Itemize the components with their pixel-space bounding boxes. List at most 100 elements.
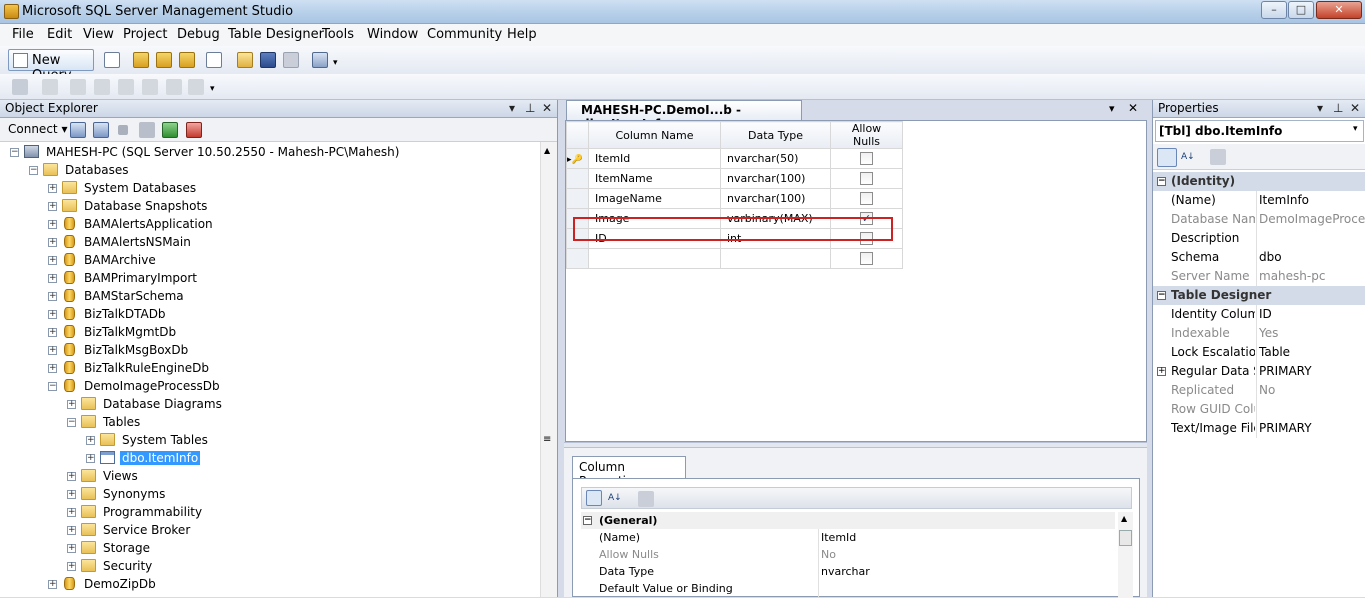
fulltext-index-icon[interactable] [118,79,134,95]
dmx-query-icon[interactable] [179,52,195,68]
menu-edit[interactable]: Edit [47,27,72,42]
connect-explorer-icon[interactable] [70,122,86,138]
allow-nulls-checkbox[interactable] [860,152,873,166]
cp-scroll-up-icon[interactable]: ▲ [1121,514,1127,523]
table-row[interactable] [566,248,903,269]
expand-icon[interactable]: + [48,580,57,589]
collapse-icon[interactable]: − [67,418,76,427]
properties-close-icon[interactable]: ✕ [1350,101,1360,115]
check-constraints-icon[interactable] [166,79,182,95]
collapse-icon[interactable]: − [48,382,57,391]
expand-icon[interactable]: + [48,202,57,211]
minimize-button[interactable]: – [1261,1,1287,19]
save-icon[interactable] [260,52,276,68]
expand-icon[interactable]: + [48,328,57,337]
property-row[interactable]: Identity Column ID [1153,305,1365,324]
allow-nulls-checkbox[interactable] [860,172,873,186]
expand-icon[interactable]: + [48,310,57,319]
expand-icon[interactable]: + [48,292,57,301]
expand-icon[interactable]: + [67,544,76,553]
connect-button[interactable]: Connect ▾ [8,122,67,136]
column-properties-scrollbar[interactable]: ▲ [1118,512,1133,598]
relationships-icon[interactable] [70,79,86,95]
close-window-button[interactable]: ✕ [1316,1,1362,19]
property-row[interactable]: Replicated No [1153,381,1365,400]
set-primary-key-icon[interactable] [42,79,58,95]
collapse-icon[interactable]: − [583,516,592,525]
property-row[interactable]: Text/Image Filegroup PRIMARY [1153,419,1365,438]
start-powershell-icon[interactable] [186,122,202,138]
expand-icon[interactable]: + [48,184,57,193]
expand-icon[interactable]: + [48,346,57,355]
properties-dropdown-icon[interactable]: ▾ [1317,101,1323,115]
cp-scroll-thumb[interactable] [1119,530,1132,546]
disconnect-icon[interactable] [93,122,109,138]
new-query-button[interactable]: New Query [8,49,94,83]
document-dropdown-icon[interactable]: ▾ [1109,102,1115,115]
expand-icon[interactable]: + [67,472,76,481]
property-row[interactable]: Indexable Yes [1153,324,1365,343]
indexes-keys-icon[interactable] [94,79,110,95]
expand-icon[interactable]: + [48,220,57,229]
expand-icon[interactable]: + [86,454,95,463]
refresh-icon[interactable] [162,122,178,138]
property-row[interactable]: Row GUID Column [1153,400,1365,419]
object-explorer-scrollbar[interactable]: ▲ ≡ [540,142,557,597]
property-row[interactable]: Description [1153,229,1365,248]
property-row[interactable]: (Name) ItemId [581,529,1115,546]
property-row[interactable]: Server Name mahesh-pc [1153,267,1365,286]
close-panel-icon[interactable]: ✕ [542,101,552,115]
row-selector[interactable] [566,168,589,189]
row-selector[interactable]: ▸🔑 [566,148,589,169]
generate-script-icon[interactable] [12,79,28,95]
property-row[interactable]: Schema dbo [1153,248,1365,267]
expand-icon[interactable]: + [48,238,57,247]
column-name-cell[interactable]: ImageName [588,188,721,209]
spatial-indexes-icon[interactable] [188,79,204,95]
alphabetical-icon[interactable]: A↓ [608,490,624,506]
menu-tools[interactable]: Tools [322,27,354,42]
allow-nulls-checkbox[interactable] [860,192,873,206]
menu-community[interactable]: Community [427,27,502,42]
collapse-icon[interactable]: − [1157,177,1166,186]
expand-icon[interactable]: + [67,526,76,535]
menu-window[interactable]: Window [367,27,418,42]
analysis-query-icon[interactable] [156,52,172,68]
data-type-cell[interactable]: nvarchar(50) [720,148,831,169]
properties-pin-icon[interactable]: ⊥ [1333,101,1343,115]
xmla-query-icon[interactable] [206,52,222,68]
column-properties-tab[interactable]: Column Properties [572,456,686,488]
maximize-button[interactable]: □ [1288,1,1314,19]
table-row[interactable]: ItemName nvarchar(100) [566,168,903,189]
xml-indexes-icon[interactable] [142,79,158,95]
categorized-icon[interactable] [586,490,602,506]
table-row[interactable]: ImageName nvarchar(100) [566,188,903,209]
selector-dropdown-icon[interactable]: ▾ [1353,124,1358,134]
database-engine-query-icon[interactable] [133,52,149,68]
new-file-icon[interactable] [104,52,120,68]
expand-icon[interactable]: + [67,508,76,517]
menu-debug[interactable]: Debug [177,27,220,42]
menu-view[interactable]: View [83,27,114,42]
property-row[interactable]: (Name) ItemInfo [1153,191,1365,210]
property-row[interactable]: Data Type nvarchar [581,563,1115,580]
property-row[interactable]: Database Name DemoImageProcess [1153,210,1365,229]
toolbar-overflow-icon[interactable]: ▾ [333,58,338,68]
categorized-icon[interactable] [1157,148,1177,167]
collapse-icon[interactable]: − [29,166,38,175]
menu-project[interactable]: Project [123,27,167,42]
pin-icon[interactable]: ⊥ [525,101,535,115]
expand-icon[interactable]: + [1157,367,1166,376]
panel-dropdown-icon[interactable]: ▾ [509,101,515,115]
expand-icon[interactable]: + [67,490,76,499]
stop-icon[interactable] [118,125,128,135]
property-row[interactable]: Default Value or Binding [581,580,1115,597]
open-folder-icon[interactable] [237,52,253,68]
property-row[interactable]: + Regular Data Space PRIMARY [1153,362,1365,381]
scroll-up-icon[interactable]: ▲ [544,146,550,155]
menu-file[interactable]: File [12,27,34,42]
menu-table-designer[interactable]: Table Designer [228,27,324,42]
activity-monitor-icon[interactable] [312,52,328,68]
expand-icon[interactable]: + [48,364,57,373]
print-icon[interactable] [283,52,299,68]
